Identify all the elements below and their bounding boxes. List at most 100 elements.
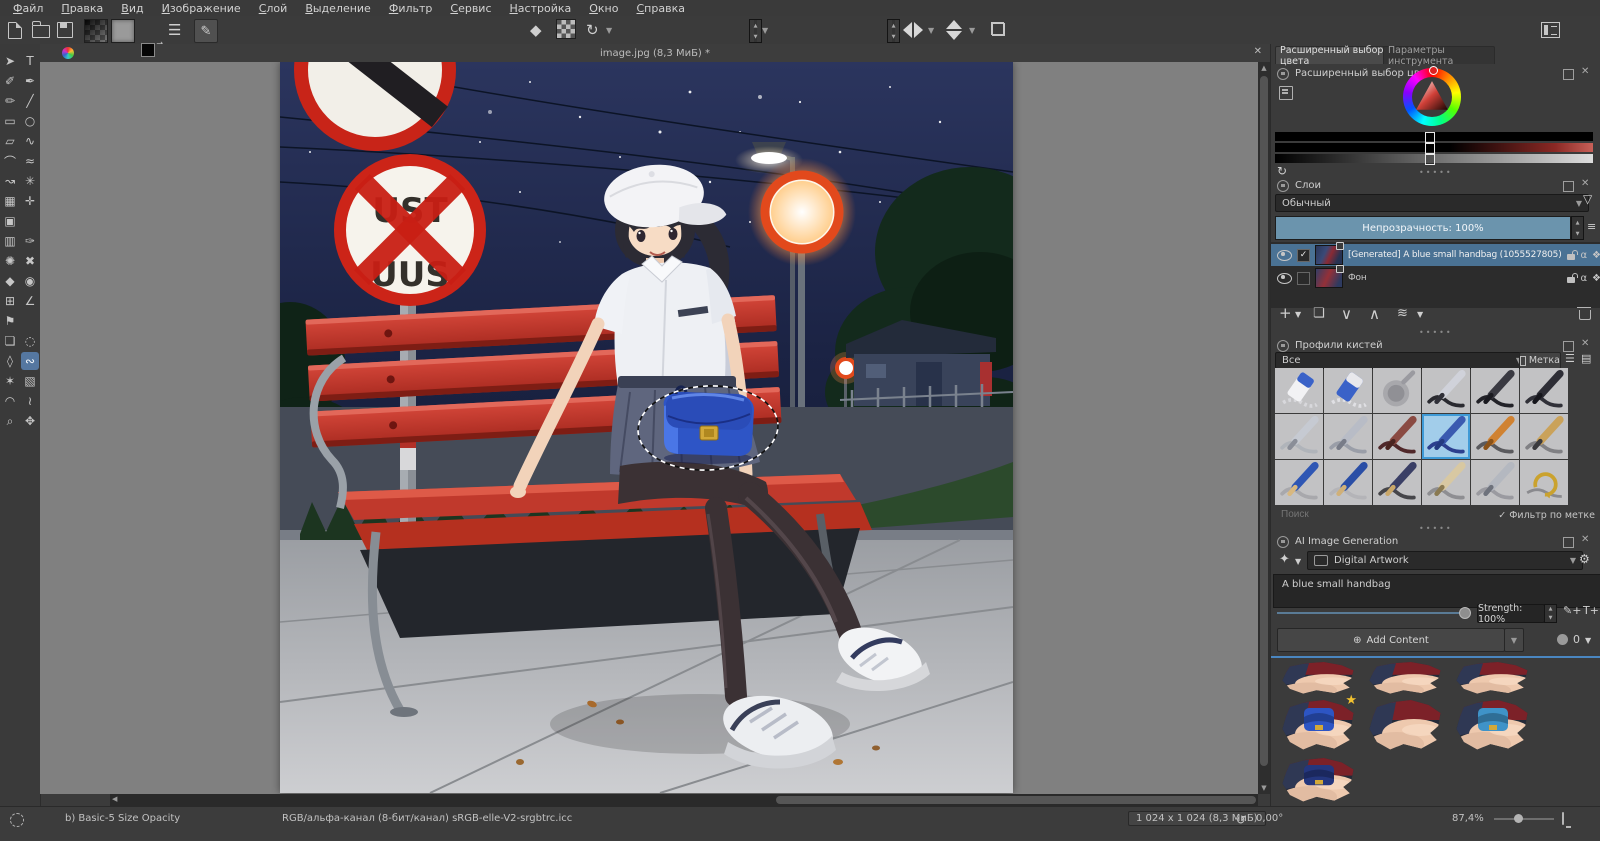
tool-gradient-icon[interactable]: ▥ — [1, 232, 19, 250]
menubar-item[interactable]: Файл — [4, 2, 52, 15]
tool-polygon-select-icon[interactable]: ◊ — [1, 352, 19, 370]
menubar-item[interactable]: Правка — [52, 2, 112, 15]
layer-visibility-icon[interactable] — [1277, 250, 1292, 261]
generated-result-thumbnail[interactable] — [1281, 758, 1355, 802]
zoom-slider[interactable] — [1494, 818, 1554, 820]
tool-zoom-icon[interactable]: ⌕ — [1, 412, 19, 430]
brush-preset-thumbnail[interactable] — [1520, 368, 1568, 413]
strength-slider[interactable] — [1277, 612, 1461, 614]
filter-by-tag-checkbox[interactable]: ✓ Фильтр по метке — [1498, 510, 1595, 521]
tool-ellipse-icon[interactable]: ○ — [21, 112, 39, 130]
color-slider-2[interactable] — [1275, 143, 1593, 152]
strength-spinner[interactable]: ▲▼ — [1544, 604, 1557, 623]
layer-thumbnail[interactable] — [1315, 268, 1343, 288]
refresh-icon[interactable]: ↻ — [1277, 164, 1287, 178]
brush-preset-thumbnail[interactable] — [1275, 368, 1323, 413]
tool-text-icon[interactable]: T — [21, 52, 39, 70]
float-docker-icon[interactable] — [1563, 537, 1574, 548]
menubar-item[interactable]: Настройка — [501, 2, 581, 15]
tool-freehand-brush-icon[interactable]: ✏ — [1, 92, 19, 110]
favorite-star-icon[interactable]: ★ — [1345, 693, 1357, 708]
add-layer-button[interactable]: + — [1279, 304, 1292, 322]
delete-layer-button[interactable] — [1579, 310, 1591, 320]
layer-opacity-slider[interactable]: Непрозрачность: 100% — [1275, 216, 1571, 240]
brush-preset-thumbnail[interactable] — [1275, 460, 1323, 505]
close-docker-icon[interactable]: ✕ — [1581, 66, 1589, 77]
size-spinner[interactable]: ▲▼ — [887, 19, 900, 43]
tool-move-icon[interactable]: ✛ — [21, 192, 39, 210]
strength-slider-handle[interactable] — [1459, 607, 1471, 619]
choices-popup-button[interactable]: ☰ — [168, 19, 181, 41]
close-docker-icon[interactable]: ✕ — [1581, 338, 1589, 349]
edit-brush-settings-button[interactable]: ✎ — [194, 19, 218, 43]
preserve-alpha-button[interactable] — [556, 19, 576, 39]
color-slider-3[interactable] — [1275, 154, 1593, 163]
layer-checkbox[interactable]: ✓ — [1297, 249, 1310, 262]
sv-triangle[interactable] — [1416, 81, 1448, 110]
lock-icon[interactable] — [1277, 536, 1289, 548]
brush-preset-thumbnail[interactable] — [1373, 414, 1421, 459]
eraser-mode-button[interactable]: ◆ — [530, 19, 542, 41]
move-layer-up-button[interactable]: ∧ — [1369, 305, 1380, 323]
tool-magnetic-select-icon[interactable]: ≀ — [21, 392, 39, 410]
add-layer-dropdown[interactable]: ▼ — [1295, 310, 1301, 319]
canvas-viewport[interactable]: UST UUS — [40, 62, 1258, 794]
new-document-button[interactable] — [8, 19, 22, 41]
fit-to-screen-icon[interactable] — [1562, 812, 1564, 825]
layer-menu-icon[interactable]: ≡ — [1587, 220, 1596, 233]
color-slider-1[interactable] — [1275, 132, 1593, 141]
tool-rectangle-icon[interactable]: ▭ — [1, 112, 19, 130]
tool-freehand-path-icon[interactable]: ≈ — [21, 152, 39, 170]
generated-result-thumbnail[interactable]: ★ — [1281, 700, 1355, 750]
brush-preset-thumbnail[interactable] — [1422, 460, 1470, 505]
tool-multibrush-icon[interactable]: ✳ — [21, 172, 39, 190]
tool-select-shapes-icon[interactable]: ➤ — [1, 52, 19, 70]
generated-result-thumbnail[interactable] — [1281, 662, 1355, 694]
tool-polyline-icon[interactable]: ∿ — [21, 132, 39, 150]
prompt-input[interactable]: A blue small handbag — [1273, 574, 1600, 608]
brush-preset-thumbnail[interactable] — [1471, 460, 1519, 505]
move-layer-down-button[interactable]: ∨ — [1341, 305, 1352, 323]
tool-reference-images-icon[interactable]: ⚑ — [1, 312, 19, 330]
docker-drag-handle[interactable]: ••••• — [1419, 168, 1453, 177]
tool-calligraphy-icon[interactable]: ✒ — [21, 72, 39, 90]
float-docker-icon[interactable] — [1563, 341, 1574, 352]
tool-freehand-select-icon[interactable]: ∾ — [21, 352, 39, 370]
color-selector-settings-icon[interactable] — [1279, 86, 1293, 100]
layer-thumbnail[interactable] — [1315, 245, 1343, 265]
search-input[interactable] — [1279, 508, 1433, 521]
list-view-icon[interactable]: ☰ — [1565, 352, 1575, 365]
menubar-item[interactable]: Фильтр — [380, 2, 442, 15]
tool-bezier-curve-icon[interactable]: ⌒ — [1, 152, 19, 170]
ai-style-combo[interactable]: Digital Artwork ▼ — [1307, 551, 1583, 570]
tool-smart-patch-icon[interactable]: ✖ — [21, 252, 39, 270]
tool-fill-icon[interactable]: ◆ — [1, 272, 19, 290]
filter-funnel-icon[interactable]: ▽ — [1583, 192, 1592, 206]
layer-properties-button[interactable]: ≋ — [1397, 306, 1408, 321]
float-docker-icon[interactable] — [1563, 181, 1574, 192]
menubar-item[interactable]: Выделение — [296, 2, 380, 15]
brush-preset-thumbnail[interactable] — [1422, 414, 1470, 459]
tool-magic-wand-select-icon[interactable]: ✶ — [1, 372, 19, 390]
add-content-button[interactable]: ⊕ Add Content — [1277, 628, 1505, 652]
close-document-icon[interactable]: ✕ — [1254, 46, 1262, 57]
gradient-chooser[interactable] — [84, 19, 108, 43]
lock-icon[interactable] — [1277, 180, 1289, 192]
layer-lock-icon[interactable] — [1567, 254, 1575, 260]
tool-mesh-transform-icon[interactable]: ⊞ — [1, 292, 19, 310]
layer-lock-icon[interactable] — [1567, 277, 1575, 283]
workspace-chooser-button[interactable] — [1541, 19, 1560, 41]
tool-bezier-select-icon[interactable]: ◠ — [1, 392, 19, 410]
add-text-icon[interactable]: T+ — [1583, 604, 1599, 617]
selection-mode-icon[interactable] — [10, 813, 24, 827]
float-docker-icon[interactable] — [1563, 69, 1574, 80]
ai-wand-icon[interactable]: ✦ — [1279, 552, 1290, 567]
reload-preset-button[interactable]: ↻ — [586, 19, 599, 41]
menubar-item[interactable]: Вид — [112, 2, 152, 15]
layer-properties-dropdown[interactable]: ▼ — [1417, 310, 1423, 319]
opacity-dropdown[interactable]: ▼ — [762, 19, 768, 41]
scroll-down-icon[interactable]: ▼ — [1260, 784, 1268, 792]
tool-transform-icon[interactable]: ▦ — [1, 192, 19, 210]
tool-line-icon[interactable]: ╱ — [21, 92, 39, 110]
tool-edit-shapes-icon[interactable]: ✐ — [1, 72, 19, 90]
